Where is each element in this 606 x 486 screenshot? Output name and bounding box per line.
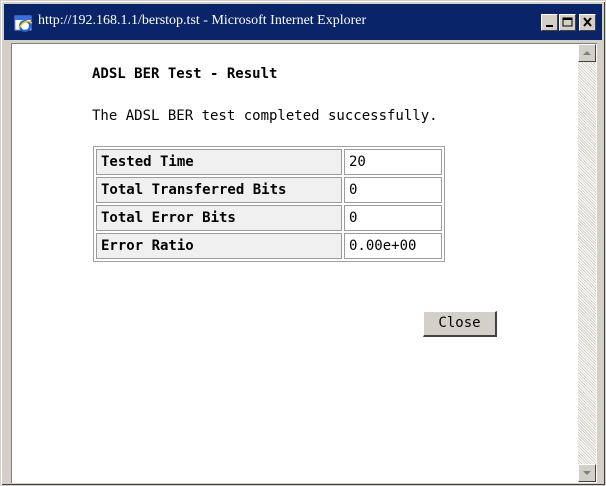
row-value: 20 bbox=[344, 149, 442, 175]
close-button[interactable]: Close bbox=[423, 311, 497, 337]
close-window-button[interactable] bbox=[579, 14, 596, 31]
row-value: 0 bbox=[344, 177, 442, 203]
row-label: Total Transferred Bits bbox=[96, 177, 342, 203]
maximize-icon bbox=[562, 17, 573, 27]
result-table: Tested Time 20 Total Transferred Bits 0 … bbox=[93, 146, 445, 262]
row-label: Tested Time bbox=[96, 149, 342, 175]
page-title: ADSL BER Test - Result bbox=[92, 66, 278, 82]
scroll-down-button[interactable] bbox=[578, 464, 596, 482]
maximize-button[interactable] bbox=[559, 14, 576, 31]
table-row: Error Ratio 0.00e+00 bbox=[96, 233, 442, 259]
page-body: ADSL BER Test - Result The ADSL BER test… bbox=[12, 44, 568, 483]
page-content-area: ADSL BER Test - Result The ADSL BER test… bbox=[11, 43, 597, 483]
vertical-scrollbar[interactable] bbox=[578, 44, 596, 482]
row-label: Total Error Bits bbox=[96, 205, 342, 231]
table-row: Total Error Bits 0 bbox=[96, 205, 442, 231]
scroll-up-button[interactable] bbox=[578, 44, 596, 62]
title-bar[interactable]: http://192.168.1.1/berstop.tst - Microso… bbox=[4, 4, 602, 40]
minimize-icon bbox=[546, 25, 553, 27]
row-value: 0 bbox=[344, 205, 442, 231]
row-label: Error Ratio bbox=[96, 233, 342, 259]
table-row: Tested Time 20 bbox=[96, 149, 442, 175]
table-row: Total Transferred Bits 0 bbox=[96, 177, 442, 203]
browser-window: http://192.168.1.1/berstop.tst - Microso… bbox=[0, 0, 606, 486]
status-message: The ADSL BER test completed successfully… bbox=[92, 108, 438, 124]
row-value: 0.00e+00 bbox=[344, 233, 442, 259]
close-icon bbox=[583, 17, 592, 27]
arrow-down-icon bbox=[583, 471, 591, 475]
arrow-up-icon bbox=[583, 51, 591, 55]
minimize-button[interactable] bbox=[541, 14, 558, 31]
ie-icon bbox=[14, 15, 33, 32]
window-title: http://192.168.1.1/berstop.tst - Microso… bbox=[38, 13, 367, 28]
